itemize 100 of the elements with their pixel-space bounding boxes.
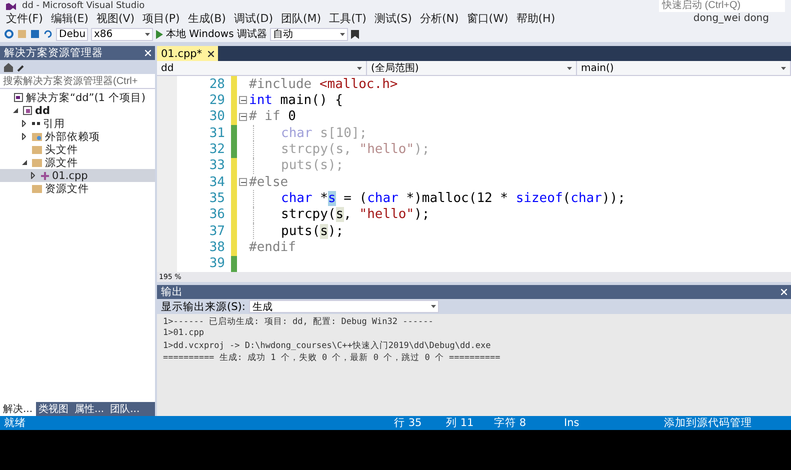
configuration-dropdown[interactable]: Debu	[56, 28, 88, 40]
tree-item[interactable]: 01.cpp	[0, 169, 155, 182]
code-token: strcpy(	[281, 207, 336, 222]
collapse-icon[interactable]	[239, 178, 247, 186]
start-debugger-button[interactable]: 本地 Windows 调试器	[166, 27, 267, 41]
menu-item[interactable]: 窗口(W)	[462, 11, 512, 26]
panel-tab[interactable]: 团队...	[107, 402, 143, 416]
collapse-icon[interactable]	[239, 96, 247, 104]
menu-item[interactable]: 团队(M)	[277, 11, 326, 26]
menu-item[interactable]: 文件(F)	[2, 11, 47, 26]
code-token: #else	[249, 174, 288, 190]
folder-icon	[32, 184, 42, 192]
dropdown-arrow-icon[interactable]	[431, 305, 436, 308]
expanded-arrow-icon[interactable]	[13, 108, 18, 113]
code-token: *	[319, 190, 328, 206]
dropdown-arrow-icon[interactable]	[781, 66, 786, 70]
code-token: char	[570, 190, 602, 206]
back-icon[interactable]	[4, 29, 14, 39]
bookmark-icon[interactable]	[351, 30, 359, 38]
menu-item[interactable]: 工具(T)	[325, 11, 370, 26]
expanded-arrow-icon[interactable]	[22, 160, 27, 165]
collapsed-arrow-icon[interactable]	[31, 172, 35, 179]
tree-item[interactable]: dd	[0, 104, 155, 117]
menu-item[interactable]: 生成(B)	[184, 11, 230, 26]
code-token: strcpy(s,	[281, 142, 352, 157]
code-token: #endif	[249, 240, 296, 255]
line-number: 38	[208, 240, 226, 255]
menu-item[interactable]: 项目(P)	[138, 11, 184, 26]
line-number: 39	[208, 256, 226, 272]
code-token: int	[249, 92, 272, 108]
code-token: = (	[342, 190, 368, 206]
line-number: 28	[208, 76, 226, 92]
source-control-button[interactable]: 添加到源代码管理	[664, 416, 752, 430]
line-number: 35	[208, 190, 226, 206]
line-number: 36	[208, 207, 226, 222]
code-token: ,	[344, 207, 352, 222]
panel-title: 解决方案资源管理器	[4, 46, 103, 60]
output-line: 1>------ 已启动生成: 项目: dd, 配置: Debug Win32 ------	[163, 316, 434, 328]
code-token: "hello"	[359, 142, 414, 157]
navigation-dropdown[interactable]: main()	[577, 61, 791, 75]
tree-item[interactable]: 源文件	[0, 156, 155, 169]
collapsed-arrow-icon[interactable]	[22, 120, 26, 127]
navigation-dropdown[interactable]: (全局范围)	[367, 61, 577, 75]
tree-item[interactable]: 资源文件	[0, 182, 155, 195]
code-token: (	[562, 190, 571, 206]
code-token: puts(	[281, 224, 320, 239]
tree-item[interactable]: 头文件	[0, 143, 155, 156]
menu-item[interactable]: 视图(V)	[92, 11, 139, 26]
project-icon	[23, 106, 32, 115]
home-icon[interactable]	[4, 62, 13, 72]
menu-item[interactable]: 调试(D)	[230, 11, 277, 26]
platform-dropdown[interactable]: x86	[91, 28, 153, 40]
search-field[interactable]: 搜索解决方案资源管理器(Ctrl+	[0, 74, 155, 89]
mode-dropdown[interactable]: 自动	[270, 28, 348, 40]
line-number: 31	[208, 126, 226, 141]
dropdown-arrow-icon[interactable]	[567, 66, 572, 70]
char-indicator: 字符 8	[494, 416, 528, 430]
references-icon	[32, 122, 40, 125]
code-token: s	[320, 224, 328, 239]
output-line: ========== 生成: 成功 1 个，失败 0 个，最新 0 个，跳过 0 个 ==========	[163, 352, 502, 364]
output-line: 1>dd.vcxproj -> D:\hwdong_courses\C++快速入门2019\dd\Debug\dd.exe	[163, 340, 492, 352]
navigation-dropdown[interactable]: dd	[157, 61, 367, 75]
menu-item[interactable]: 测试(S)	[370, 11, 416, 26]
code-token: sizeof	[516, 190, 563, 206]
code-token: main() {	[279, 92, 343, 108]
tree-item[interactable]: 引用	[0, 117, 155, 130]
code-token: # if	[249, 109, 282, 124]
user-name[interactable]: dong_wei dong	[693, 13, 769, 24]
line-number: 37	[208, 224, 226, 239]
panel-tab[interactable]: 属性...	[72, 402, 108, 416]
collapse-icon[interactable]	[239, 112, 247, 121]
close-icon[interactable]	[208, 50, 214, 56]
code-token: #include	[249, 76, 313, 92]
menu-item[interactable]: 帮助(H)	[512, 11, 560, 26]
output-source-dropdown[interactable]: 生成	[249, 300, 440, 313]
dropdown-arrow-icon[interactable]	[145, 32, 150, 36]
tree-item[interactable]: 外部依赖项	[0, 130, 155, 143]
code-token: *)malloc(12 *	[405, 190, 509, 206]
collapsed-arrow-icon[interactable]	[22, 133, 26, 140]
solution-icon	[14, 93, 23, 102]
code-token: );	[414, 142, 430, 157]
insert-mode: Ins	[564, 417, 580, 429]
dropdown-arrow-icon[interactable]	[340, 32, 345, 36]
output-line: 1>01.cpp	[163, 328, 205, 340]
document-tab[interactable]: 01.cpp*	[157, 46, 218, 61]
line-number: 32	[208, 142, 226, 157]
menu-item[interactable]: 分析(N)	[416, 11, 463, 26]
dropdown-arrow-icon[interactable]	[357, 66, 362, 70]
panel-tab[interactable]: 解决...	[0, 402, 36, 416]
tree-item[interactable]: 解决方案“dd”(1 个项目)	[0, 91, 155, 104]
undo-icon[interactable]	[43, 29, 53, 39]
code-token: );	[414, 207, 430, 222]
source-label: 显示输出来源(S):	[161, 300, 246, 314]
window-title: dd - Microsoft Visual Studio	[22, 0, 145, 10]
menu-item[interactable]: 编辑(E)	[46, 11, 92, 26]
app-logo-icon	[6, 1, 16, 10]
code-token: s[10];	[319, 126, 368, 141]
code-token: <malloc.h>	[319, 76, 398, 92]
play-icon[interactable]	[156, 30, 163, 38]
panel-tab[interactable]: 类视图	[36, 402, 72, 416]
